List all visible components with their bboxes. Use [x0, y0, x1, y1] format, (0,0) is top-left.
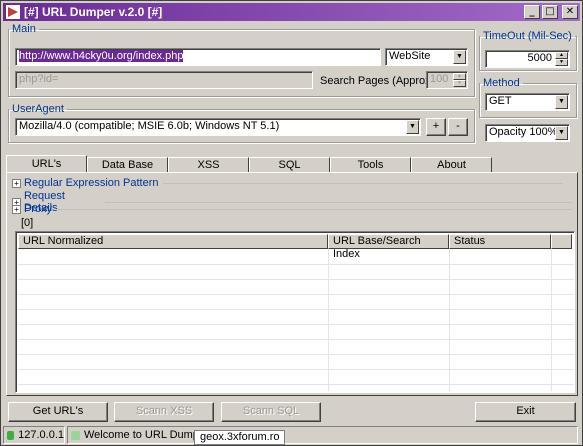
param-input[interactable]: php?id= [15, 71, 313, 89]
tab-strip: URL's Data Base XSS SQL Tools About [6, 155, 492, 173]
column-url-normalized[interactable]: URL Normalized [18, 234, 328, 249]
table-row [18, 279, 574, 280]
timeout-legend: TimeOut (Mil-Sec) [483, 30, 572, 42]
connection-status-icon [7, 430, 15, 440]
search-pages-label: Search Pages (Approx.) [320, 75, 438, 87]
url-input[interactable]: http://www.h4cky0u.org/index.php [15, 48, 381, 66]
status-message: Welcome to URL Dumper [84, 429, 209, 441]
table-row [18, 369, 574, 370]
status-bar: 127.0.0.1 Welcome to URL Dumper [3, 426, 580, 444]
exit-button[interactable]: Exit [475, 402, 576, 422]
urls-panel: + Regular Expression Pattern + Request D… [6, 172, 578, 396]
app-window: [#] URL Dumper v.2.0 [#] _ □ ✕ Main http… [0, 0, 583, 446]
expand-icon[interactable]: + [12, 178, 21, 188]
tab-tools[interactable]: Tools [330, 157, 411, 173]
mode-select[interactable]: WebSite ▼ [385, 48, 468, 66]
useragent-value: Mozilla/4.0 (compatible; MSIE 6.0b; Wind… [19, 120, 280, 132]
table-row [18, 339, 574, 340]
maximize-button[interactable]: □ [542, 5, 558, 19]
regex-section[interactable]: + Regular Expression Pattern [12, 177, 572, 189]
chevron-down-icon[interactable]: ▼ [453, 50, 466, 64]
search-pages-stepper[interactable]: 100 ▲ ▼ [426, 71, 468, 89]
timeout-stepper[interactable]: 5000 ▲ ▼ [485, 50, 570, 68]
opacity-select[interactable]: Opacity 100% ▼ [485, 124, 570, 142]
useragent-select[interactable]: Mozilla/4.0 (compatible; MSIE 6.0b; Wind… [15, 118, 421, 136]
useragent-legend: UserAgent [12, 103, 64, 115]
minimize-button[interactable]: _ [524, 5, 540, 19]
chevron-down-icon[interactable]: ▼ [555, 95, 568, 109]
tab-xss[interactable]: XSS [168, 157, 249, 173]
tab-database[interactable]: Data Base [87, 157, 168, 173]
status-message-panel: Welcome to URL Dumper [67, 426, 578, 444]
opacity-value: Opacity 100% [489, 126, 558, 138]
method-value: GET [489, 95, 512, 107]
table-header: URL Normalized URL Base/Search Index Sta… [18, 234, 572, 260]
search-pages-value: 100 [430, 73, 449, 85]
proxy-section-label: Proxy [23, 203, 53, 215]
column-status[interactable]: Status [449, 234, 551, 249]
tab-sql[interactable]: SQL [249, 157, 330, 173]
proxy-section[interactable]: + Proxy [12, 203, 572, 215]
column-filler [551, 234, 572, 249]
param-placeholder: php?id= [19, 73, 59, 85]
spin-up-icon[interactable]: ▲ [555, 52, 568, 59]
table-row [18, 384, 574, 385]
method-legend: Method [483, 77, 520, 89]
tab-about[interactable]: About [411, 157, 492, 173]
status-ip: 127.0.0.1 [18, 429, 64, 441]
table-row [18, 324, 574, 325]
scann-sql-button[interactable]: Scann SQL [221, 402, 321, 422]
mode-value: WebSite [389, 50, 431, 62]
scann-xss-button[interactable]: Scann XSS [114, 402, 214, 422]
spin-down-icon[interactable]: ▼ [555, 59, 568, 66]
expand-icon[interactable]: + [12, 204, 21, 214]
title-bar[interactable]: [#] URL Dumper v.2.0 [#] _ □ ✕ [3, 3, 580, 21]
chevron-down-icon[interactable]: ▼ [555, 126, 568, 140]
remove-useragent-button[interactable]: - [448, 118, 468, 136]
status-ip-panel: 127.0.0.1 [3, 426, 65, 444]
method-select[interactable]: GET ▼ [485, 93, 570, 111]
timeout-value: 5000 [527, 52, 552, 64]
tab-urls[interactable]: URL's [6, 155, 87, 173]
chevron-down-icon[interactable]: ▼ [406, 120, 419, 134]
results-table[interactable]: URL Normalized URL Base/Search Index Sta… [15, 231, 575, 393]
window-title: [#] URL Dumper v.2.0 [#] [24, 5, 163, 19]
table-row [18, 264, 574, 265]
regex-section-label: Regular Expression Pattern [24, 177, 159, 189]
table-row [18, 309, 574, 310]
column-url-base[interactable]: URL Base/Search Index [328, 234, 449, 260]
result-count: [0] [21, 217, 34, 229]
info-icon [71, 430, 80, 440]
spin-up-icon[interactable]: ▲ [453, 73, 466, 80]
watermark: geox.3xforum.ro [194, 430, 286, 445]
close-button[interactable]: ✕ [562, 5, 578, 19]
get-urls-button[interactable]: Get URL's [8, 402, 108, 422]
url-value: http://www.h4cky0u.org/index.php [19, 50, 184, 62]
add-useragent-button[interactable]: + [426, 118, 446, 136]
spin-down-icon[interactable]: ▼ [453, 80, 466, 87]
main-legend: Main [12, 23, 36, 35]
table-row [18, 294, 574, 295]
divider [56, 208, 572, 210]
table-row [18, 354, 574, 355]
divider [162, 182, 563, 184]
app-icon[interactable] [6, 5, 20, 19]
